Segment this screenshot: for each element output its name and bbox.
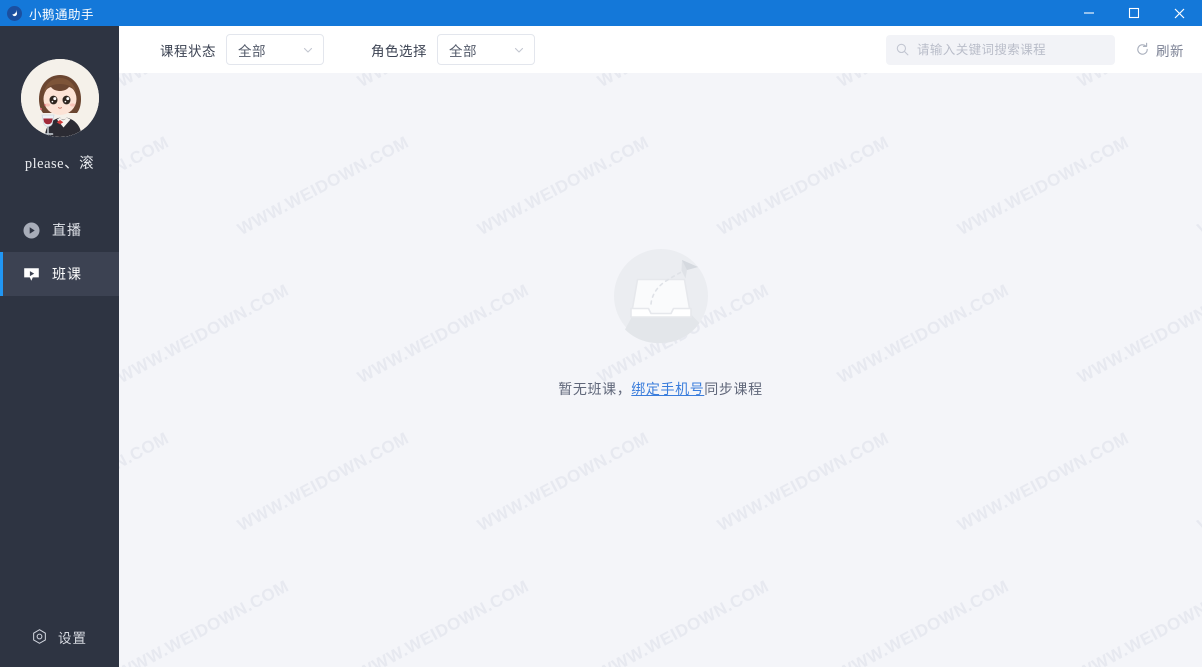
filter-label: 角色选择 — [371, 43, 427, 59]
select-value: 全部 — [449, 43, 477, 59]
filter-role-select: 角色选择 全部 — [371, 34, 535, 65]
watermark-text: WWW.WEIDOWN.COM — [1074, 280, 1202, 387]
watermark-text: WWW.WEIDOWN.COM — [119, 73, 310, 93]
watermark-text: WWW.WEIDOWN.COM — [119, 280, 293, 387]
sidebar-item-label: 班课 — [52, 266, 82, 282]
close-button[interactable] — [1156, 0, 1202, 26]
empty-inbox-icon — [603, 238, 719, 354]
window-body: please、滚 直播 班课 设置 课程状态 全部 角色选择 全部 请输入关键词… — [0, 26, 1202, 667]
swan-logo-icon — [7, 5, 22, 21]
watermark-text: WWW.WEIDOWN.COM — [234, 428, 413, 535]
window-controls — [1066, 0, 1202, 26]
refresh-button[interactable]: 刷新 — [1135, 40, 1184, 60]
sidebar-item-settings[interactable]: 设置 — [0, 620, 119, 654]
role-select[interactable]: 全部 — [437, 34, 535, 65]
username-label: please、滚 — [24, 156, 95, 172]
chevron-down-icon — [302, 44, 314, 56]
watermark-text: WWW.WEIDOWN.COM — [474, 428, 653, 535]
avatar[interactable] — [20, 59, 99, 137]
refresh-icon — [1135, 42, 1150, 57]
watermark-text: WWW.WEIDOWN.COM — [354, 280, 533, 387]
sidebar: please、滚 直播 班课 设置 — [0, 26, 119, 667]
course-status-select[interactable]: 全部 — [226, 34, 324, 65]
filter-label: 课程状态 — [160, 43, 216, 59]
window-title: 小鹅通助手 — [29, 7, 95, 22]
search-input[interactable] — [917, 42, 1105, 57]
watermark-text: WWW.WEIDOWN.COM — [119, 132, 173, 239]
title-bar: 小鹅通助手 — [0, 0, 1202, 26]
search-icon — [896, 43, 909, 56]
watermark-text: WWW.WEIDOWN.COM — [954, 132, 1133, 239]
maximize-button[interactable] — [1111, 0, 1156, 26]
play-circle-icon — [23, 222, 40, 239]
empty-text-before: 暂无班课， — [558, 381, 632, 397]
main-area: 课程状态 全部 角色选择 全部 请输入关键词搜索课程 刷新 WWW.WEIDOW… — [119, 26, 1202, 667]
minimize-button[interactable] — [1066, 0, 1111, 26]
bind-phone-link[interactable]: 绑定手机号 — [631, 381, 704, 397]
sidebar-item-class[interactable]: 班课 — [0, 252, 119, 296]
sidebar-item-live[interactable]: 直播 — [0, 208, 119, 252]
profile-section: please、滚 — [0, 26, 119, 173]
watermark-text: WWW.WEIDOWN.COM — [834, 280, 1013, 387]
chevron-down-icon — [513, 44, 525, 56]
content-area: WWW.WEIDOWN.COM WWW.WEIDOWN.COM WWW.WEIDOW… — [119, 73, 1202, 667]
watermark-text: WWW.WEIDOWN.COM — [119, 428, 173, 535]
refresh-label: 刷新 — [1156, 43, 1184, 59]
title-bar-left: 小鹅通助手 — [0, 4, 94, 23]
empty-text-after: 同步课程 — [704, 381, 763, 397]
empty-state-text: 暂无班课，绑定手机号同步课程 — [558, 379, 762, 399]
class-board-icon — [23, 266, 40, 283]
watermark-text: WWW.WEIDOWN.COM — [234, 132, 413, 239]
search-box[interactable] — [886, 34, 1115, 65]
empty-state: 暂无班课，绑定手机号同步课程 — [558, 238, 762, 399]
watermark-text: WWW.WEIDOWN.COM — [954, 428, 1133, 535]
sidebar-item-label: 设置 — [58, 631, 87, 646]
watermark-text: WWW.WEIDOWN.COM — [354, 73, 550, 93]
watermark-text: WWW.WEIDOWN.COM — [834, 73, 1030, 93]
watermark-text: WWW.WEIDOWN.COM — [1074, 73, 1202, 93]
filter-course-status: 课程状态 全部 — [160, 34, 324, 65]
sidebar-item-label: 直播 — [52, 222, 82, 238]
sidebar-nav: 直播 班课 — [0, 208, 119, 296]
filter-toolbar: 课程状态 全部 角色选择 全部 请输入关键词搜索课程 刷新 — [119, 26, 1202, 73]
select-value: 全部 — [238, 43, 266, 59]
watermark-text: WWW.WEIDOWN.COM — [594, 73, 790, 93]
application-window: 小鹅通助手 please、滚 直播 班课 设置 课程状态 全部 角色选择 全部 … — [0, 0, 1202, 667]
watermark-text: WWW.WEIDOWN.COM — [714, 428, 893, 535]
toolbar-right: 刷新 — [886, 34, 1184, 65]
gear-hex-icon — [31, 629, 48, 646]
